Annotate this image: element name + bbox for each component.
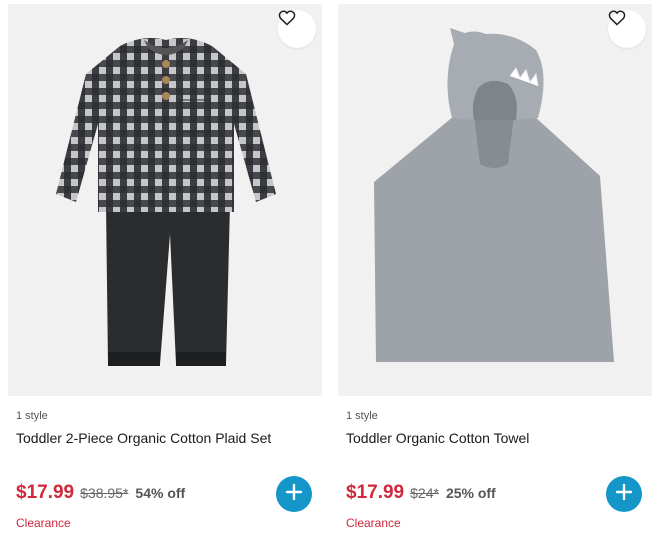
- product-card[interactable]: 1 style Toddler Organic Cotton Towel $17…: [338, 0, 652, 537]
- product-image[interactable]: [8, 4, 322, 396]
- original-price: $38.95*: [80, 485, 129, 501]
- style-count: 1 style: [346, 410, 378, 422]
- clearance-badge: Clearance: [346, 516, 401, 530]
- plus-icon: [615, 483, 633, 506]
- add-to-bag-button[interactable]: [276, 476, 312, 512]
- favorite-button[interactable]: [278, 10, 316, 48]
- plus-icon: [285, 483, 303, 506]
- original-price: $24*: [410, 485, 439, 501]
- product-title[interactable]: Toddler Organic Cotton Towel: [346, 430, 529, 446]
- style-count: 1 style: [16, 410, 48, 422]
- price-row: $17.99 $38.95* 54% off: [16, 482, 185, 506]
- product-image[interactable]: [338, 4, 652, 396]
- product-title[interactable]: Toddler 2-Piece Organic Cotton Plaid Set: [16, 430, 271, 446]
- clearance-badge: Clearance: [16, 516, 71, 530]
- sale-price: $17.99: [16, 482, 75, 503]
- product-card[interactable]: 1 style Toddler 2-Piece Organic Cotton P…: [8, 0, 322, 537]
- discount-label: 54% off: [135, 485, 186, 501]
- sale-price: $17.99: [346, 482, 405, 503]
- favorite-button[interactable]: [608, 10, 646, 48]
- add-to-bag-button[interactable]: [606, 476, 642, 512]
- discount-label: 25% off: [445, 485, 496, 501]
- price-row: $17.99 $24* 25% off: [346, 482, 496, 506]
